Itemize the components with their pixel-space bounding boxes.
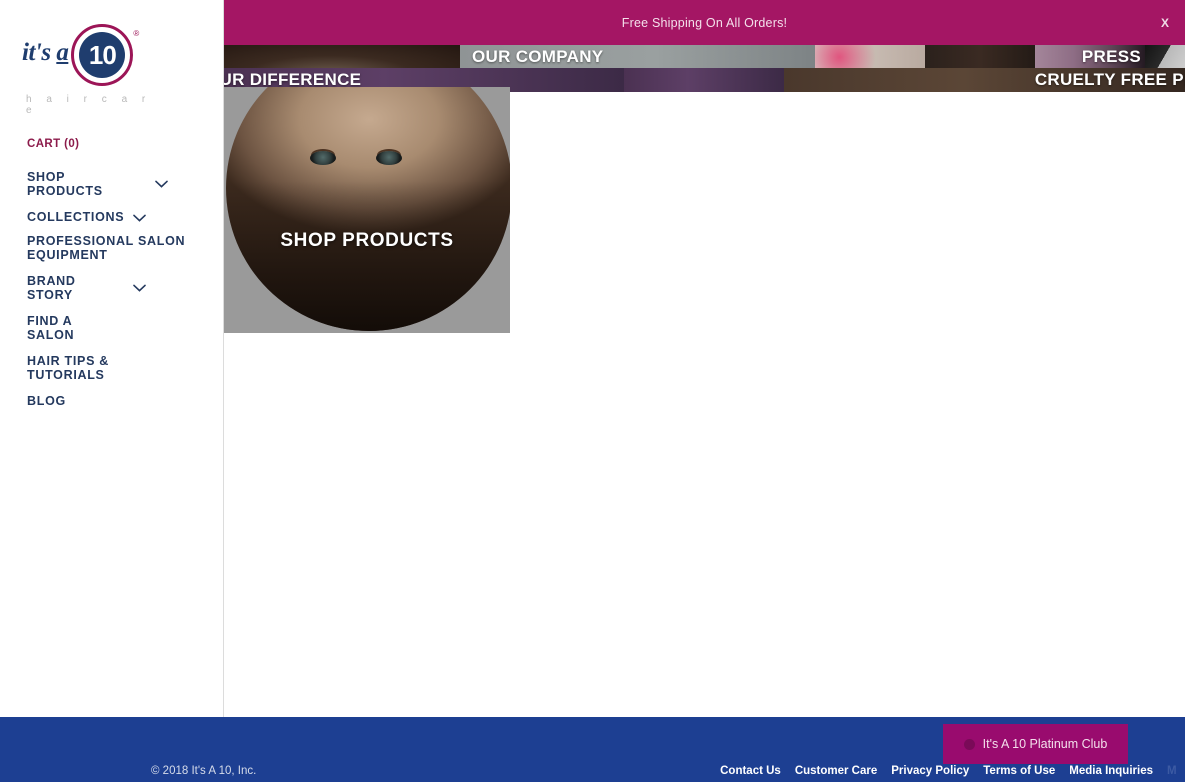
banner-tile[interactable] (624, 68, 784, 92)
footer-links: Contact Us Customer Care Privacy Policy … (720, 765, 1185, 777)
portrait-eyes (226, 151, 510, 167)
sidebar-item-label: HAIR TIPS & TUTORIALS (27, 354, 110, 382)
platinum-badge-icon (963, 738, 975, 750)
platinum-club-button[interactable]: It's A 10 Platinum Club (943, 724, 1128, 764)
sidebar-item-label: FIND A SALON (27, 314, 75, 342)
banner-tile-label: OUR DIFFERENCE (224, 70, 362, 89)
eye-icon (310, 151, 336, 165)
banner-tile[interactable] (815, 45, 925, 69)
logo-row: it's a 10 ® (22, 22, 152, 88)
hero-card-shop-products[interactable]: SHOP PRODUCTS (224, 87, 510, 333)
logo-subtitle: h a i r c a r e (26, 94, 152, 116)
sidebar-item-label: PROFESSIONAL SALON EQUIPMENT (27, 234, 186, 262)
footer-link-clipped[interactable]: M (1167, 765, 1181, 777)
sidebar-item-cart[interactable]: CART (0) (27, 138, 202, 150)
chevron-down-icon[interactable] (155, 180, 168, 188)
main-content-area (225, 333, 1185, 717)
logo-badge-icon: 10 ® (71, 24, 139, 86)
sidebar-item-blog[interactable]: BLOG (27, 394, 187, 408)
sidebar-item-brand-story[interactable]: BRAND STORY (27, 274, 187, 302)
hero-portrait-image (226, 87, 510, 331)
banner-tile-cruelty-free[interactable]: CRUELTY FREE PRODUCTS (784, 68, 1185, 92)
logo-wordmark: it's a (22, 39, 69, 66)
brand-logo[interactable]: it's a 10 ® h a i r c a r e (22, 22, 152, 116)
registered-trademark-icon: ® (133, 29, 140, 38)
hero-banner-strip: OUR COMPANY PRESS OUR DIFFERENCE CRUELTY… (224, 45, 1185, 92)
logo-number: 10 (79, 32, 126, 78)
banner-tile[interactable] (1145, 45, 1185, 69)
sidebar-item-label: BLOG (27, 394, 66, 408)
sidebar-item-label: COLLECTIONS (27, 210, 125, 224)
promo-message: Free Shipping On All Orders! (621, 15, 788, 30)
sidebar-item-shop-products[interactable]: SHOP PRODUCTS (27, 170, 187, 198)
chevron-down-icon[interactable] (133, 284, 146, 292)
sidebar-item-find-a-salon[interactable]: FIND A SALON (27, 314, 187, 342)
sidebar-item-label: BRAND STORY (27, 274, 76, 302)
footer-link-terms-of-use[interactable]: Terms of Use (983, 765, 1055, 777)
banner-tile-label: PRESS (1081, 47, 1141, 66)
footer-link-contact-us[interactable]: Contact Us (720, 765, 781, 777)
sidebar-item-collections[interactable]: COLLECTIONS (27, 210, 187, 224)
banner-tile[interactable] (925, 45, 1035, 69)
sidebar-nav: CART (0) SHOP PRODUCTS COLLECTIONS PROFE… (27, 138, 202, 418)
footer-link-media-inquiries[interactable]: Media Inquiries (1069, 765, 1153, 777)
sidebar: it's a 10 ® h a i r c a r e CART (0) SHO… (0, 0, 224, 717)
footer-link-privacy-policy[interactable]: Privacy Policy (891, 765, 969, 777)
footer-link-customer-care[interactable]: Customer Care (795, 765, 877, 777)
banner-tile-label: OUR COMPANY (472, 47, 604, 66)
banner-row-top: OUR COMPANY PRESS (224, 45, 1185, 69)
promo-banner: Free Shipping On All Orders! X (224, 0, 1185, 45)
banner-tile-our-company[interactable]: OUR COMPANY (460, 45, 815, 69)
chevron-down-icon[interactable] (133, 214, 147, 222)
portrait-vignette (226, 181, 510, 331)
banner-tile[interactable] (224, 45, 460, 69)
banner-tile-label: CRUELTY FREE PRODUCTS (1034, 70, 1185, 89)
banner-tile-press[interactable]: PRESS (1035, 45, 1145, 69)
hero-card-label: SHOP PRODUCTS (280, 230, 454, 251)
sidebar-item-hair-tips-tutorials[interactable]: HAIR TIPS & TUTORIALS (27, 354, 187, 382)
page-root: it's a 10 ® h a i r c a r e CART (0) SHO… (0, 0, 1185, 782)
copyright-text: © 2018 It's A 10, Inc. (151, 765, 257, 777)
eye-icon (376, 151, 402, 165)
sidebar-item-professional-salon-equipment[interactable]: PROFESSIONAL SALON EQUIPMENT (27, 234, 187, 262)
close-icon[interactable]: X (1155, 12, 1175, 34)
platinum-club-label: It's A 10 Platinum Club (982, 737, 1108, 751)
